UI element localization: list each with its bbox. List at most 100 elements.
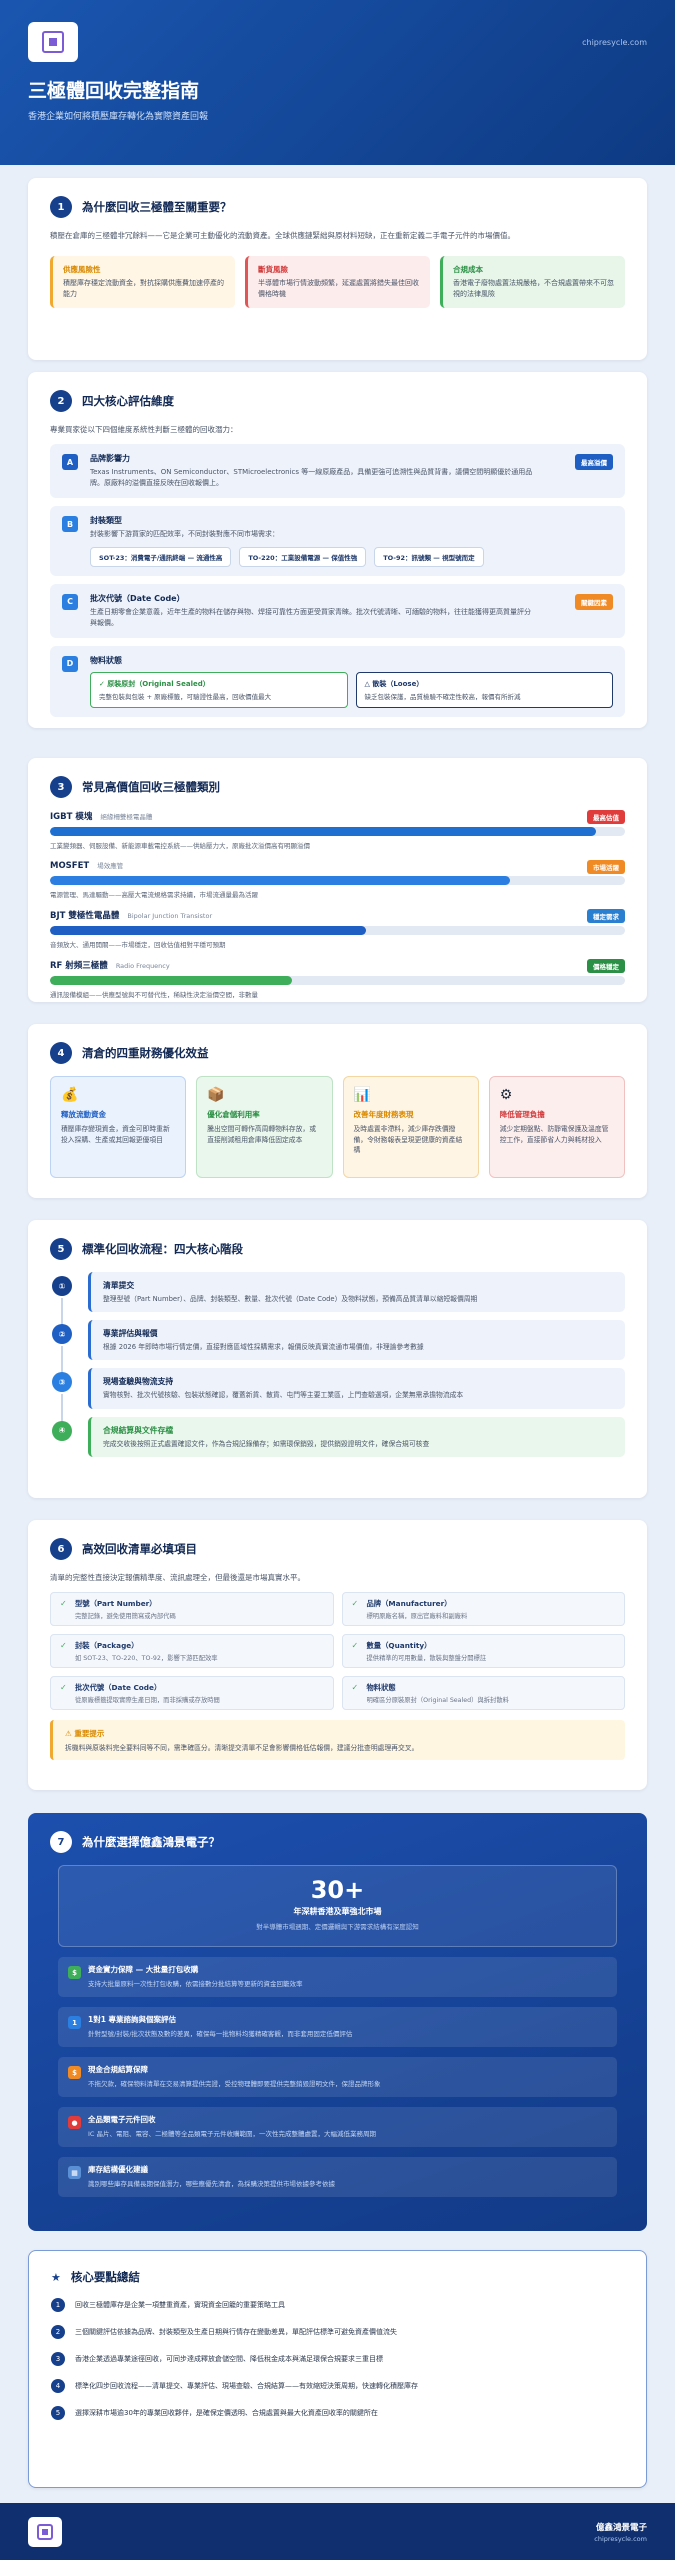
money-bag-icon: 💰 bbox=[61, 1087, 79, 1103]
section-why-choose-us: 7 為什麼選擇億鑫鴻景電子？ 30+ 年深耕香港及華強北市場 對半導體市場週期、… bbox=[28, 1813, 647, 2231]
reason-item: ● 全品類電子元件回收 IC 晶片、電阻、電容、二極體等全品類電子元件收購範圍，一次… bbox=[58, 2107, 617, 2147]
tag-badge: 關鍵因素 bbox=[575, 593, 613, 610]
section-title: 為什麼選擇億鑫鴻景電子？ bbox=[82, 1835, 220, 1849]
section-evaluation-dimensions: 2 四大核心評估維度 專業買家從以下四個維度系統性判斷三極體的回收潛力： A 品… bbox=[28, 372, 647, 728]
summary-item: 2 三個關鍵評估依據為品牌、封裝類型及生產日期與行情存在變動差異，單配評估標準可避… bbox=[51, 2325, 624, 2339]
category-tag: 穩定需求 bbox=[587, 909, 625, 923]
section-categories: 3 常見高價值回收三極體類別 IGBT 模塊 絕緣柵雙極電晶體 最高估值 工業變頻器、… bbox=[28, 758, 647, 1002]
grid-icon: ▦ bbox=[68, 2166, 81, 2179]
category-desc: 通訊設備模組——供應型號與不可替代性，稀缺性決定溢價空間，非數量 bbox=[50, 991, 258, 999]
summary-item: 5 選擇深耕市場逾30年的專業回收夥伴，是確保定價透明、合規處置與最大化資產回收率… bbox=[51, 2406, 624, 2420]
category-bar-track bbox=[50, 827, 625, 836]
section-number: 6 bbox=[50, 1538, 72, 1560]
experience-highlight: 30+ 年深耕香港及華強北市場 對半導體市場週期、定價邏輯與下游需求結構有深度認… bbox=[58, 1865, 617, 1947]
check-icon: ✓ bbox=[351, 1641, 359, 1650]
section-financial-benefits: 4 清倉的四重財務優化效益 💰 釋放流動資金 積壓庫存變現資金，資金可即時重新投入採… bbox=[28, 1024, 647, 1198]
category-tag: 最高估值 bbox=[587, 810, 625, 824]
dimension-brand: A 品牌影響力 Texas Instruments、ON Semiconduct… bbox=[50, 444, 625, 499]
category-desc: 音頻放大、通用開關——市場穩定，回收估值相對平穩可預期 bbox=[50, 941, 226, 949]
category-tag: 價格穩定 bbox=[587, 959, 625, 973]
check-icon: ✓ bbox=[60, 1683, 67, 1692]
section-title: 四大核心評估維度 bbox=[82, 394, 174, 408]
checklist-item: ✓ 品牌（Manufacturer） 標明原廠名稱，原出官廠料和副廠料 bbox=[341, 1592, 625, 1626]
state-loose: △ 散裝（Loose） 缺乏包裝保護，品質檢驗不確定性較高，報價有所折減 bbox=[355, 671, 613, 708]
section-number: 5 bbox=[50, 1238, 72, 1260]
section-number: 2 bbox=[50, 390, 72, 412]
checklist-item: ✓ 數量（Quantity） 提供精準的可用數量，散裝與整盤分開標註 bbox=[341, 1634, 625, 1668]
footer-company: 億鑫鴻景電子 bbox=[595, 2522, 647, 2533]
category-en: Bipolar Junction Transistor bbox=[127, 912, 213, 920]
category-bar-item: IGBT 模塊 絕緣柵雙極電晶體 最高估值工業變頻器、伺服設備、新能源車載電控系統—… bbox=[50, 810, 625, 850]
section-intro: 積壓在倉庫的三極體非冗餘料——它是企業可主動優化的流動資產。全球供應鏈緊絀與原材… bbox=[50, 231, 515, 240]
summary-item: 1 回收三極體庫存是企業一項雙重資產，實現資金回籠的重要策略工具 bbox=[51, 2298, 624, 2312]
category-en: 場效應管 bbox=[97, 862, 124, 870]
process-step: ④ 合規結算與文件存檔 完成交收後按照正式處置確認文件，作為合規記錄備存；如需環保… bbox=[50, 1416, 625, 1457]
section-number: 7 bbox=[50, 1831, 72, 1853]
process-step: ③ 現場查驗與物流支持 實物核對、批次代號核驗、包裝狀態確認，覆蓋新貨、散貨、屯門… bbox=[50, 1368, 625, 1429]
section-number: 4 bbox=[50, 1042, 72, 1064]
section-intro: 專業買家從以下四個維度系統性判斷三極體的回收潛力： bbox=[50, 425, 238, 434]
section-title: 為什麼回收三極體至關重要？ bbox=[82, 200, 232, 214]
package-pill: TO-92：訊號類 — 視型號而定 bbox=[374, 546, 484, 567]
checklist-item: ✓ 型號（Part Number） 完整記錄，避免使用簡寫或內部代碼 bbox=[50, 1592, 334, 1626]
package-pill: TO-220：工業設備電源 — 保值性強 bbox=[239, 546, 367, 567]
section-title: 常見高價值回收三極體類別 bbox=[82, 780, 220, 794]
benefit-management: ⚙ 降低管理負擔 減少定期盤點、防靜電保護及溫度管控工作，直接節省人力與耗材投入 bbox=[488, 1076, 625, 1178]
category-name: MOSFET bbox=[50, 861, 90, 871]
section-title: 標準化回收流程：四大核心階段 bbox=[82, 1242, 243, 1256]
footer-site-link[interactable]: chipresycle.com bbox=[594, 2535, 647, 2543]
section-number: 1 bbox=[50, 196, 72, 218]
component-icon: ● bbox=[68, 2116, 81, 2129]
checklist-item: ✓ 物料狀態 明確區分原裝原封（Original Sealed）與拆封散料 bbox=[341, 1676, 625, 1710]
cash-icon: $ bbox=[68, 2066, 81, 2079]
category-tag: 市場活躍 bbox=[587, 860, 625, 874]
hero-site-link[interactable]: chipresycle.com bbox=[582, 38, 647, 47]
reason-item: 1 1對1 專業諮詢與個案評估 針對型號/封裝/批次狀態及數的差異，確保每一批物料均… bbox=[58, 2007, 617, 2047]
page: chipresycle.com 三極體回收完整指南 香港企業如何將積壓庫存轉化為… bbox=[0, 0, 675, 2560]
check-icon: ✓ bbox=[351, 1599, 359, 1608]
section-title: 高效回收清單必填項目 bbox=[82, 1542, 197, 1556]
check-icon: ✓ bbox=[351, 1683, 359, 1692]
chart-icon: 📊 bbox=[353, 1087, 371, 1103]
chip-icon bbox=[42, 31, 64, 53]
category-name: RF 射頻三極體 bbox=[50, 961, 108, 971]
dimension-package: B 封裝類型 封裝影響下游買家的匹配效率，不同封裝對應不同市場需求： SOT-2… bbox=[50, 506, 625, 576]
hero-banner: chipresycle.com 三極體回收完整指南 香港企業如何將積壓庫存轉化為… bbox=[0, 0, 675, 165]
logo bbox=[28, 22, 78, 62]
package-pill: SOT-23：消費電子/通訊終端 — 流通性高 bbox=[90, 546, 232, 567]
dimension-date-code: C 批次代號（Date Code） 生產日期零會企業意義，近年生產的物料在儲存與… bbox=[50, 583, 625, 638]
checklist-item: ✓ 批次代號（Date Code） 從原廠標籤提取實際生產日期，而非採購或存放時間 bbox=[50, 1676, 334, 1710]
category-bar-item: MOSFET 場效應管 市場活躍電源管理、馬達驅動——高壓大電流規格需求持續，市場流… bbox=[50, 860, 625, 899]
benefit-cashflow: 💰 釋放流動資金 積壓庫存變現資金，資金可即時重新投入採購、生產或其回報更優項目 bbox=[50, 1076, 187, 1178]
category-bar-track bbox=[50, 926, 625, 935]
section-checklist: 6 高效回收清單必填項目 清單的完整性直接決定報價精準度、流訊處理全，但最後還是… bbox=[28, 1520, 647, 1790]
gear-icon: ⚙ bbox=[499, 1087, 513, 1103]
category-name: BJT 雙極性電晶體 bbox=[50, 911, 120, 921]
benefit-financials: 📊 改善年度財務表現 及時處置非滯料，減少庫存跌價撥備，令財務報表呈現更健康的資產結… bbox=[342, 1076, 479, 1178]
category-en: 絕緣柵雙極電晶體 bbox=[100, 813, 153, 821]
section-intro: 清單的完整性直接決定報價精準度、流訊處理全，但最後還是市場真實水平。 bbox=[50, 1573, 305, 1582]
category-bar-fill bbox=[50, 976, 292, 985]
category-bar-fill bbox=[50, 926, 367, 935]
category-bar-fill bbox=[50, 827, 597, 836]
section-title: 核心要點總結 bbox=[70, 2270, 140, 2284]
benefit-storage: 📦 優化倉儲利用率 騰出空間可轉作高周轉物料存放，或直接削減租用倉庫降低固定成本 bbox=[196, 1076, 333, 1178]
category-desc: 電源管理、馬達驅動——高壓大電流規格需求持續，市場流通量最為活躍 bbox=[50, 891, 258, 899]
category-bar-track bbox=[50, 876, 625, 885]
one-on-one-icon: 1 bbox=[68, 2016, 81, 2029]
category-bar-fill bbox=[50, 876, 510, 885]
section-why-recycle: 1 為什麼回收三極體至關重要？ 積壓在倉庫的三極體非冗餘料——它是企業可主動優化… bbox=[28, 178, 647, 360]
footer-logo bbox=[28, 2516, 62, 2547]
category-name: IGBT 模塊 bbox=[50, 812, 93, 822]
state-sealed: ✓ 原裝原封（Original Sealed） 完整包裝與包裝 + 原廠標籤，可驗… bbox=[90, 671, 348, 708]
check-icon: ✓ bbox=[60, 1641, 67, 1650]
category-desc: 工業變頻器、伺服設備、新能源車載電控系統——供給壓力大，原廠批次溢價高有明顯溢價 bbox=[50, 842, 310, 850]
summary-item: 4 標準化四步回收流程——清單提交、專業評估、現場查驗、合規結算——有效縮短決策周… bbox=[51, 2379, 624, 2393]
reason-item: $ 現金合規結算保障 不拖欠款，確保物料清單在交易清算提供完證，受控物理體即要提供完… bbox=[58, 2057, 617, 2097]
page-title: 三極體回收完整指南 bbox=[28, 80, 200, 102]
page-subtitle: 香港企業如何將積壓庫存轉化為實際資產回報 bbox=[28, 112, 209, 122]
category-en: Radio Frequency bbox=[115, 962, 170, 970]
check-icon: ✓ bbox=[60, 1599, 67, 1608]
reason-item: ▦ 庫存結構優化建議 識別哪些庫存具備長期保值潛力，哪些應優先清倉，為採購決策提供市… bbox=[58, 2157, 617, 2197]
footer: 億鑫鴻景電子 chipresycle.com bbox=[0, 2503, 675, 2560]
